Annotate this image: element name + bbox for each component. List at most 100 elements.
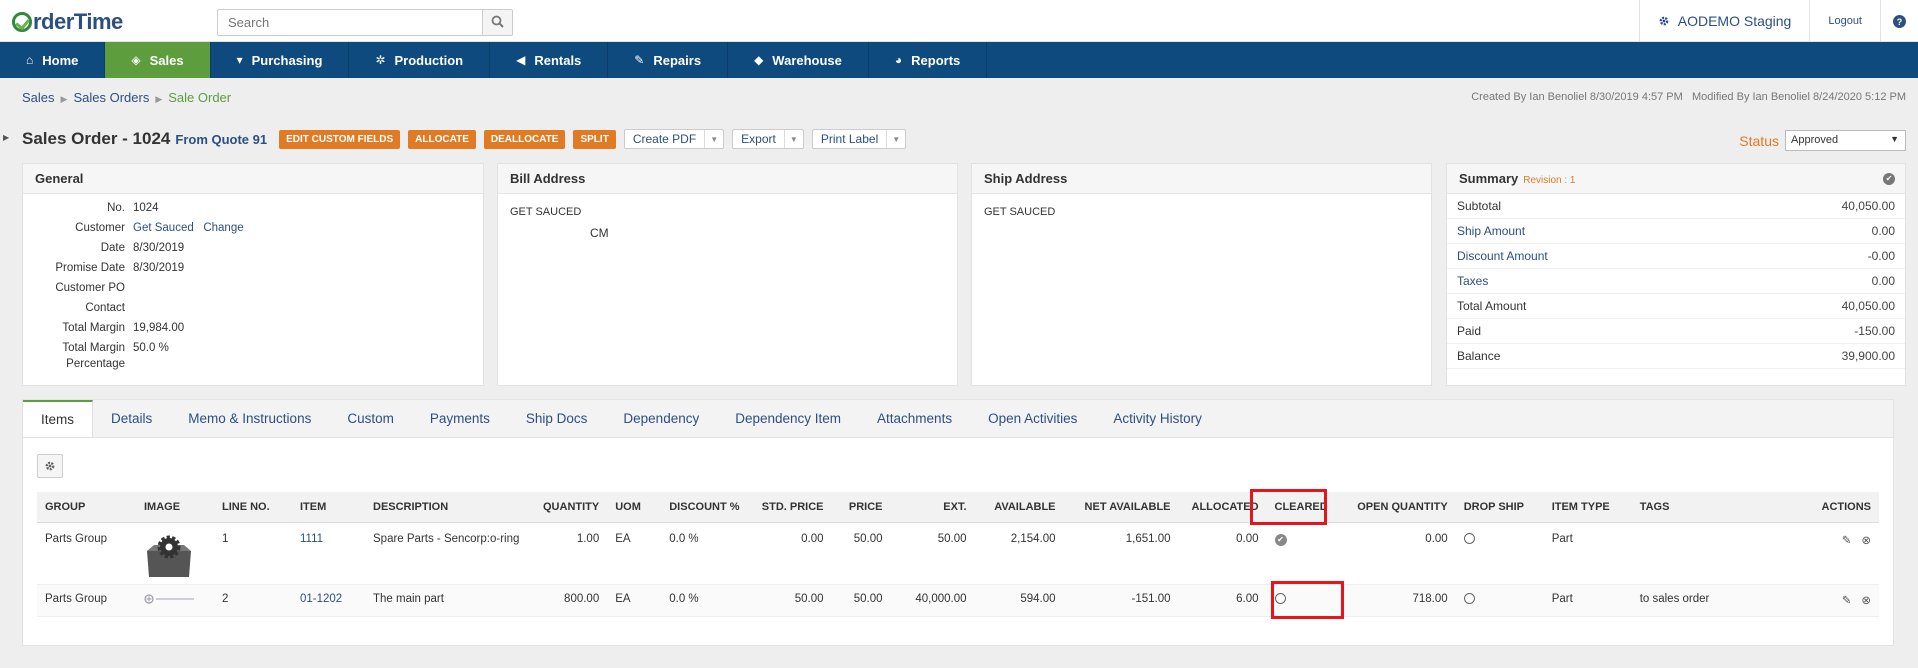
from-quote-link[interactable]: From Quote 91 <box>175 132 267 147</box>
breadcrumb-sales-orders[interactable]: Sales Orders <box>73 90 149 105</box>
export-label[interactable]: Export <box>733 132 784 146</box>
nav-home[interactable]: ⌂ Home <box>0 42 106 78</box>
company-switcher[interactable]: AODEMO Staging <box>1638 0 1810 42</box>
nav-repairs[interactable]: ✎ Repairs <box>608 42 729 78</box>
col-std-price[interactable]: STD. PRICE <box>747 492 832 523</box>
cell-actions: ✎ ⊗ <box>1731 522 1879 585</box>
print-label-label[interactable]: Print Label <box>813 132 886 146</box>
tab-payments[interactable]: Payments <box>412 400 508 437</box>
tab-custom[interactable]: Custom <box>329 400 412 437</box>
cell-item: 01-1202 <box>292 584 365 617</box>
drop-ship-radio[interactable] <box>1463 532 1475 544</box>
tab-details[interactable]: Details <box>93 400 170 437</box>
cleared-check-icon[interactable]: ✔ <box>1274 533 1287 546</box>
tab-ship-docs[interactable]: Ship Docs <box>508 400 606 437</box>
item-link[interactable]: 01-1202 <box>300 593 342 605</box>
help-button[interactable]: ? <box>1880 0 1918 42</box>
cell-uom: EA <box>607 584 662 617</box>
breadcrumb: Sales ▶ Sales Orders ▶ Sale Order <box>22 90 231 105</box>
edit-icon[interactable]: ✎ <box>1842 593 1852 607</box>
nav-reports[interactable]: ◕ Reports <box>869 42 988 78</box>
nav-sales[interactable]: ◈ Sales <box>105 42 211 78</box>
col-tags[interactable]: TAGS <box>1631 492 1732 523</box>
tab-open-activities[interactable]: Open Activities <box>970 400 1095 437</box>
general-panel-title: General <box>23 164 483 194</box>
cell-cleared: ✔ <box>1266 522 1336 585</box>
delete-icon[interactable]: ⊗ <box>1861 593 1871 607</box>
cell-price: 50.00 <box>831 522 891 585</box>
chevron-down-icon[interactable]: ▼ <box>704 130 723 148</box>
search-button[interactable] <box>482 10 512 35</box>
edit-icon[interactable]: ✎ <box>1842 533 1852 547</box>
delete-icon[interactable]: ⊗ <box>1861 533 1871 547</box>
summary-row-taxes: Taxes 0.00 <box>1447 269 1905 294</box>
cell-tags <box>1631 522 1732 585</box>
cell-actions: ✎ ⊗ <box>1731 584 1879 617</box>
summary-row-discount-amount: Discount Amount -0.00 <box>1447 244 1905 269</box>
split-button[interactable]: SPLIT <box>573 129 616 149</box>
chevron-down-icon[interactable]: ▼ <box>783 130 803 148</box>
gear-box-product-image[interactable] <box>144 533 194 579</box>
edit-custom-fields-button[interactable]: EDIT CUSTOM FIELDS <box>279 129 401 149</box>
col-ext[interactable]: EXT. <box>890 492 975 523</box>
tab-dependency-item[interactable]: Dependency Item <box>717 400 859 437</box>
nav-rentals[interactable]: ◀ Rentals <box>490 42 609 78</box>
cell-open-quantity: 718.00 <box>1335 584 1456 617</box>
col-discount[interactable]: DISCOUNT % <box>661 492 748 523</box>
nav-production[interactable]: ✲ Production <box>349 42 491 78</box>
tab-items[interactable]: Items <box>23 400 94 437</box>
col-line-no[interactable]: LINE NO. <box>214 492 292 523</box>
tab-memo-instructions[interactable]: Memo & Instructions <box>170 400 329 437</box>
page-title: Sales Order - 1024 <box>22 129 171 148</box>
col-item[interactable]: ITEM <box>292 492 365 523</box>
create-pdf-label[interactable]: Create PDF <box>625 132 704 146</box>
col-quantity[interactable]: QUANTITY <box>535 492 608 523</box>
allocate-button[interactable]: ALLOCATE <box>408 129 476 149</box>
cell-quantity[interactable]: 800.00 <box>535 584 608 617</box>
cell-allocated[interactable]: 0.00 <box>1178 522 1267 585</box>
search-input[interactable] <box>218 10 486 35</box>
grid-settings-button[interactable] <box>37 454 63 478</box>
nav-warehouse[interactable]: ◆ Warehouse <box>728 42 869 78</box>
cell-description: Spare Parts - Sencorp:o-ring <box>365 522 535 585</box>
customer-link[interactable]: Get Sauced <box>133 222 194 234</box>
company-name: AODEMO Staging <box>1677 13 1792 29</box>
status-select[interactable]: Approved ▼ <box>1785 130 1906 151</box>
cell-quantity[interactable]: 1.00 <box>535 522 608 585</box>
order-details-tabs: Items Details Memo & Instructions Custom… <box>22 399 1894 646</box>
tab-attachments[interactable]: Attachments <box>859 400 970 437</box>
col-uom[interactable]: UOM <box>607 492 662 523</box>
cell-tags: to sales order <box>1631 584 1732 617</box>
cell-image <box>136 522 214 585</box>
col-net-available[interactable]: NET AVAILABLE <box>1063 492 1179 523</box>
col-price[interactable]: PRICE <box>831 492 891 523</box>
gears-icon: ✲ <box>375 53 386 67</box>
allocated-value-highlight <box>1271 581 1344 619</box>
create-pdf-button: Create PDF ▼ <box>623 129 725 149</box>
col-drop-ship[interactable]: DROP SHIP <box>1455 492 1544 523</box>
cell-open-quantity: 0.00 <box>1335 522 1456 585</box>
col-group[interactable]: GROUP <box>37 492 136 523</box>
deallocate-button[interactable]: DEALLOCATE <box>483 129 566 149</box>
col-item-type[interactable]: ITEM TYPE <box>1543 492 1632 523</box>
col-description[interactable]: DESCRIPTION <box>365 492 535 523</box>
summary-row-paid: Paid -150.00 <box>1447 319 1905 344</box>
app-logo[interactable]: rderTime <box>12 9 123 35</box>
cell-allocated[interactable]: 6.00 <box>1178 584 1267 617</box>
side-panel-toggle-icon[interactable]: ▶ <box>3 133 9 142</box>
drop-ship-radio[interactable] <box>1463 592 1475 604</box>
top-right-menu: AODEMO Staging Logout ? <box>1638 0 1918 42</box>
tab-dependency[interactable]: Dependency <box>605 400 717 437</box>
placeholder-image[interactable] <box>144 593 196 605</box>
check-circle-icon[interactable]: ✔ <box>1883 173 1895 185</box>
cell-item-type: Part <box>1543 522 1632 585</box>
change-customer-link[interactable]: Change <box>203 222 243 234</box>
col-available[interactable]: AVAILABLE <box>974 492 1064 523</box>
nav-purchasing[interactable]: ▾ Purchasing <box>211 42 350 78</box>
chevron-down-icon[interactable]: ▼ <box>886 130 905 148</box>
item-link[interactable]: 1111 <box>300 533 323 545</box>
breadcrumb-sales[interactable]: Sales <box>22 90 55 105</box>
tab-activity-history[interactable]: Activity History <box>1095 400 1220 437</box>
logout-link[interactable]: Logout <box>1809 0 1880 42</box>
col-open-quantity[interactable]: OPEN QUANTITY <box>1335 492 1456 523</box>
